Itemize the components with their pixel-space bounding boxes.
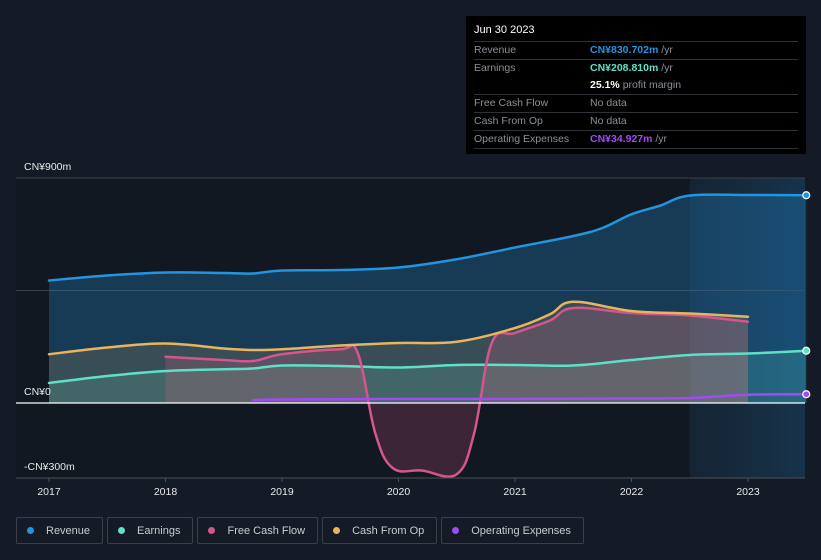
earnings-endpoint xyxy=(802,346,811,355)
tooltip-value: CN¥208.810m /yr xyxy=(590,62,673,74)
tooltip-label: Revenue xyxy=(474,44,517,56)
tooltip-value: No data xyxy=(590,115,627,127)
legend-label: Revenue xyxy=(46,524,91,537)
legend-label: Cash From Op xyxy=(352,524,425,537)
legend-dot-icon xyxy=(118,527,126,534)
legend-dot-icon xyxy=(27,527,34,534)
tooltip-panel: Jun 30 2023 Revenue CN¥830.702m /yr Earnin… xyxy=(466,16,806,154)
legend-label: Free Cash Flow xyxy=(227,524,306,537)
legend-label: Operating Expenses xyxy=(471,524,571,537)
tooltip-row: Earnings CN¥208.810m /yr xyxy=(474,59,798,77)
y-tick-label: CN¥0 xyxy=(24,386,51,398)
tooltip-row: Free Cash Flow No data xyxy=(474,94,798,112)
y-tick-label: -CN¥300m xyxy=(24,461,75,473)
operating-expenses-endpoint xyxy=(802,390,811,399)
tooltip-row: Revenue CN¥830.702m /yr xyxy=(474,41,798,59)
tooltip-value: 25.1% profit margin xyxy=(590,79,682,91)
x-tick-label: 2022 xyxy=(620,486,644,498)
legend-label: Earnings xyxy=(137,524,181,537)
tooltip-value: CN¥830.702m /yr xyxy=(590,44,673,56)
tooltip-value: No data xyxy=(590,97,627,109)
x-tick-label: 2023 xyxy=(736,486,760,498)
tooltip-label: Operating Expenses xyxy=(474,133,570,145)
x-tick-label: 2020 xyxy=(387,486,411,498)
legend-item-earnings[interactable]: Earnings xyxy=(107,517,194,544)
tooltip-label: Earnings xyxy=(474,62,516,74)
x-tick-label: 2019 xyxy=(270,486,294,498)
tooltip-value: CN¥34.927m /yr xyxy=(590,133,668,145)
legend-item-operating-expenses[interactable]: Operating Expenses xyxy=(441,517,584,544)
legend-item-cash-from-op[interactable]: Cash From Op xyxy=(322,517,438,544)
legend-dot-icon xyxy=(208,527,216,534)
tooltip-row: 25.1% profit margin xyxy=(474,77,798,94)
x-tick-label: 2018 xyxy=(154,486,178,498)
revenue-endpoint xyxy=(802,191,811,200)
y-tick-label: CN¥900m xyxy=(24,161,72,173)
legend-dot-icon xyxy=(333,527,341,534)
x-tick-label: 2021 xyxy=(503,486,527,498)
tooltip-label: Free Cash Flow xyxy=(474,97,549,109)
tooltip-date: Jun 30 2023 xyxy=(474,24,535,36)
tooltip-label xyxy=(474,77,590,94)
tooltip-label: Cash From Op xyxy=(474,115,543,127)
tooltip-row: Cash From Op No data xyxy=(474,112,798,130)
legend-dot-icon xyxy=(452,527,460,534)
tooltip-row: Operating Expenses CN¥34.927m /yr xyxy=(474,130,798,149)
legend-item-revenue[interactable]: Revenue xyxy=(16,517,104,544)
x-tick-label: 2017 xyxy=(37,486,61,498)
legend: Revenue Earnings Free Cash Flow Cash From O… xyxy=(16,517,584,544)
legend-item-free-cash-flow[interactable]: Free Cash Flow xyxy=(197,517,319,544)
